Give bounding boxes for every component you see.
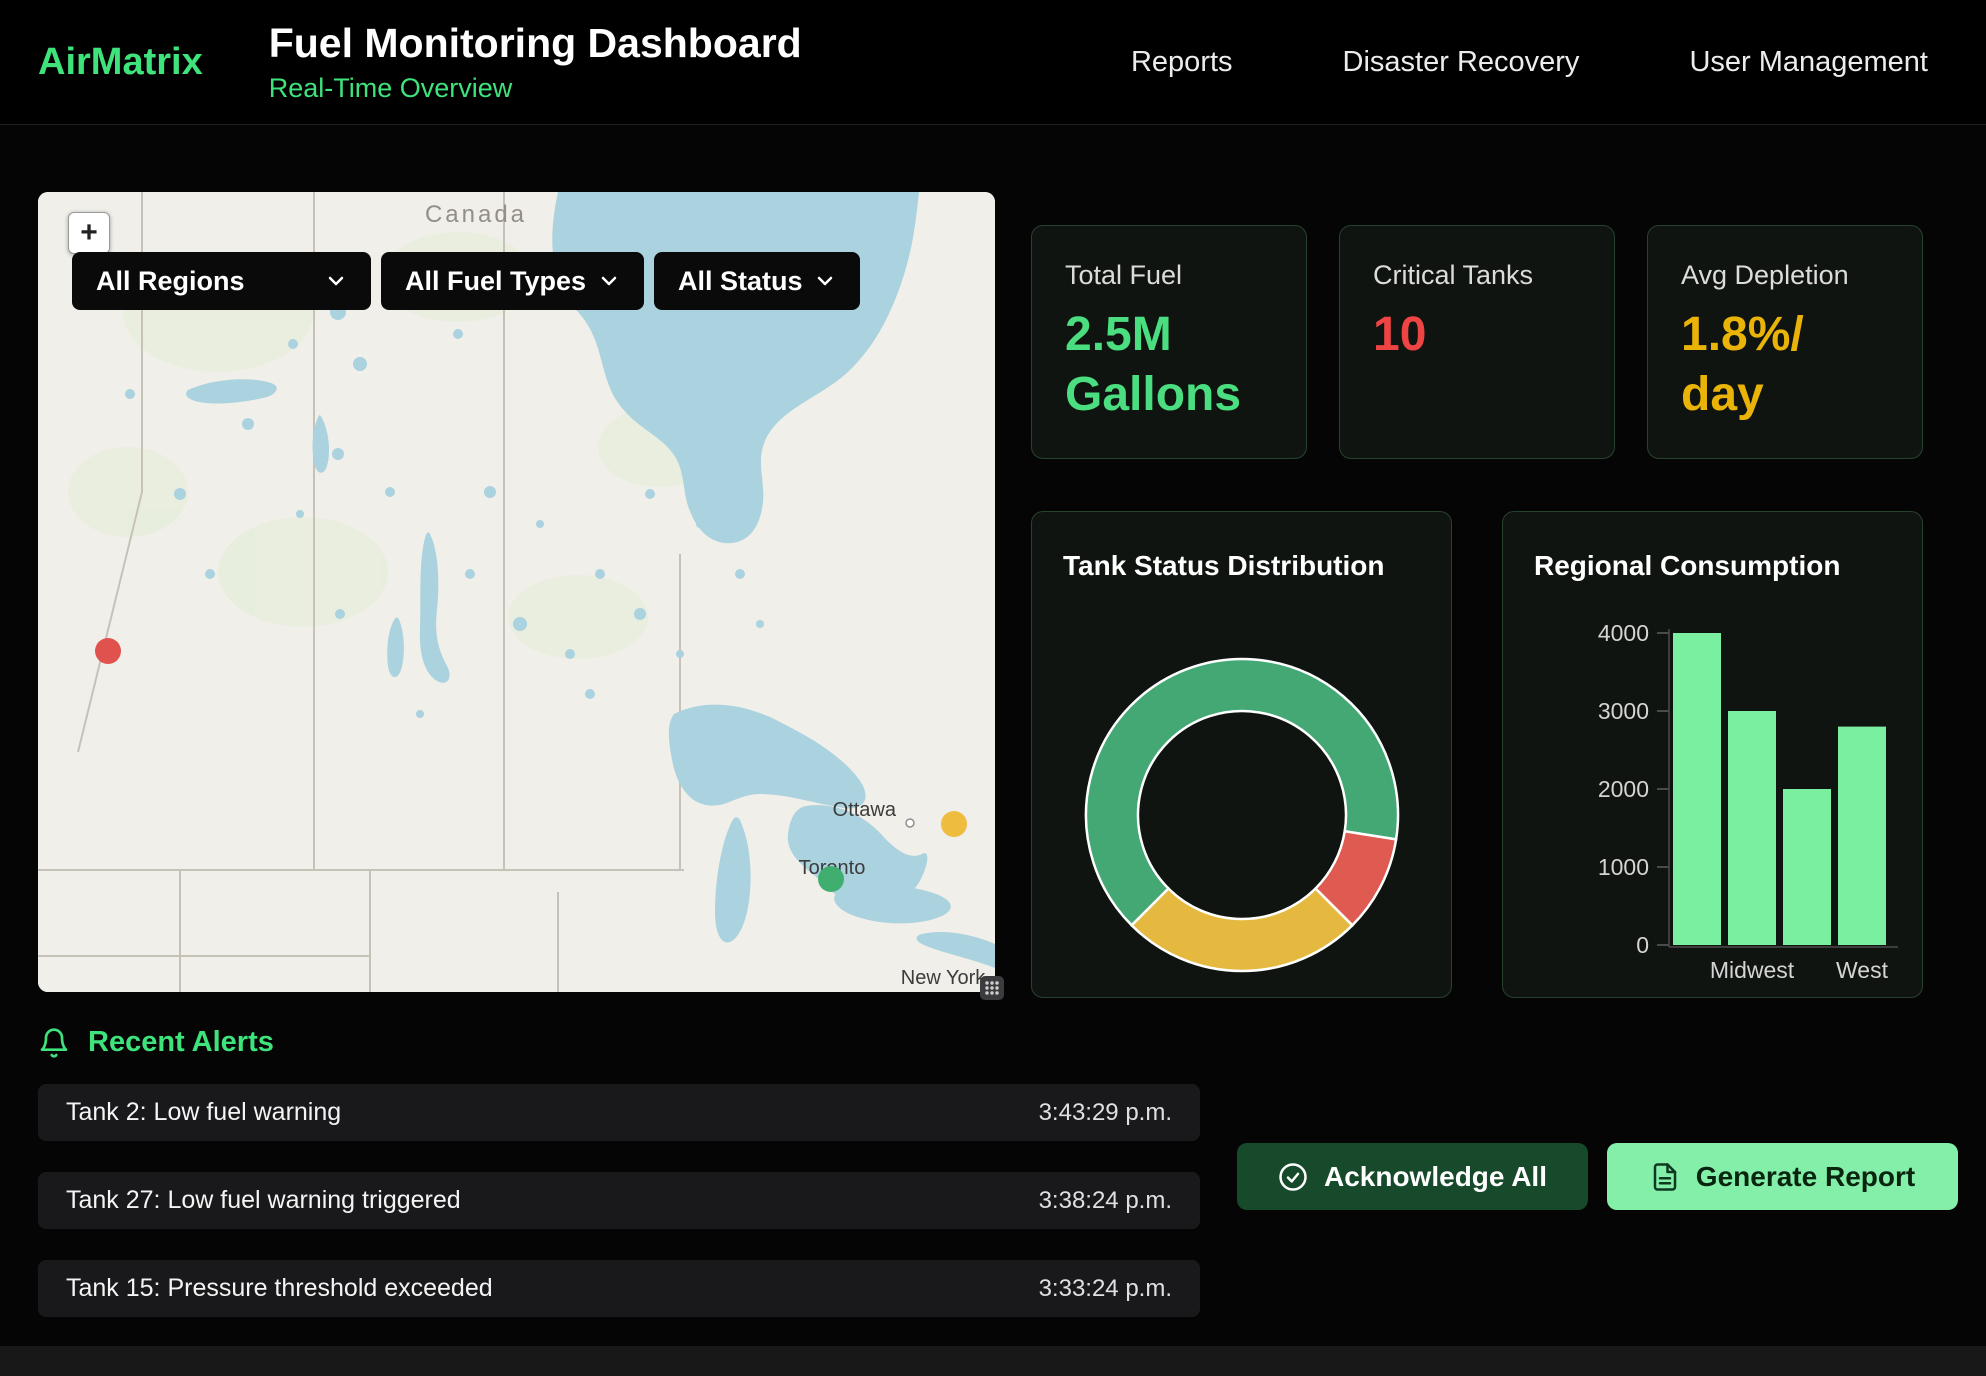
- regions-filter-dropdown[interactable]: All Regions: [72, 252, 371, 310]
- alert-list-item[interactable]: Tank 27: Low fuel warning triggered 3:38…: [38, 1172, 1200, 1229]
- stat-value: 1.8%/ day: [1681, 305, 1895, 426]
- acknowledge-all-label: Acknowledge All: [1324, 1161, 1547, 1193]
- alert-list-item[interactable]: Tank 15: Pressure threshold exceeded 3:3…: [38, 1260, 1200, 1317]
- fuel-map-panel[interactable]: Canada Ottawa Toronto New York + All Reg…: [38, 192, 995, 992]
- bar-2: [1783, 789, 1831, 945]
- page-title: Fuel Monitoring Dashboard: [269, 20, 802, 67]
- recent-alerts-title: Recent Alerts: [88, 1026, 274, 1059]
- stat-card-total-fuel: Total Fuel 2.5M Gallons: [1031, 225, 1307, 459]
- regions-filter-label: All Regions: [96, 266, 245, 297]
- map-label-canada: Canada: [425, 201, 527, 228]
- tank-marker-critical[interactable]: [95, 638, 121, 664]
- bottom-strip: [0, 1346, 1986, 1376]
- check-circle-icon: [1278, 1162, 1308, 1192]
- stat-card-avg-depletion: Avg Depletion 1.8%/ day: [1647, 225, 1923, 459]
- bar-0: [1673, 633, 1721, 945]
- map-label-ottawa: Ottawa: [833, 799, 897, 821]
- tank-status-donut: [1082, 655, 1402, 975]
- generate-report-label: Generate Report: [1696, 1161, 1915, 1193]
- main-nav: Reports Disaster Recovery User Managemen…: [1131, 46, 1986, 79]
- acknowledge-all-button[interactable]: Acknowledge All: [1237, 1143, 1588, 1210]
- y-tick-label: 2000: [1598, 776, 1649, 802]
- header: AirMatrix Fuel Monitoring Dashboard Real…: [0, 0, 1986, 125]
- generate-report-button[interactable]: Generate Report: [1607, 1143, 1958, 1210]
- alert-message: Tank 15: Pressure threshold exceeded: [66, 1274, 493, 1303]
- regional-consumption-chart: 0 1000 2000 3000 4000 Midwest West: [1503, 512, 1923, 998]
- y-tick-label: 4000: [1598, 620, 1649, 646]
- bell-icon: [38, 1027, 70, 1059]
- nav-reports[interactable]: Reports: [1131, 46, 1233, 79]
- stat-label: Total Fuel: [1065, 260, 1273, 291]
- stat-card-critical-tanks: Critical Tanks 10: [1339, 225, 1615, 459]
- recent-alerts-header: Recent Alerts: [38, 1026, 274, 1059]
- stat-value: 10: [1373, 305, 1587, 365]
- title-block: Fuel Monitoring Dashboard Real-Time Over…: [269, 20, 802, 104]
- y-tick-label: 3000: [1598, 698, 1649, 724]
- alert-timestamp: 3:43:29 p.m.: [1039, 1099, 1172, 1127]
- status-filter-label: All Status: [678, 266, 803, 297]
- chevron-down-icon: [598, 270, 620, 292]
- y-tick-label: 1000: [1598, 854, 1649, 880]
- chevron-down-icon: [814, 270, 836, 292]
- nav-disaster-recovery[interactable]: Disaster Recovery: [1343, 46, 1580, 79]
- nav-user-management[interactable]: User Management: [1689, 46, 1928, 79]
- report-document-icon: [1650, 1162, 1680, 1192]
- alert-timestamp: 3:38:24 p.m.: [1039, 1187, 1172, 1215]
- x-category-label: West: [1836, 957, 1889, 983]
- stat-value: 2.5M Gallons: [1065, 305, 1279, 426]
- page-subtitle: Real-Time Overview: [269, 73, 802, 104]
- bar-1: [1728, 711, 1776, 945]
- status-filter-dropdown[interactable]: All Status: [654, 252, 860, 310]
- map-canvas[interactable]: Canada Ottawa Toronto New York: [38, 192, 995, 992]
- alert-list-item[interactable]: Tank 2: Low fuel warning 3:43:29 p.m.: [38, 1084, 1200, 1141]
- tank-marker-normal[interactable]: [818, 866, 844, 892]
- fuel-type-filter-label: All Fuel Types: [405, 266, 586, 297]
- stat-label: Critical Tanks: [1373, 260, 1581, 291]
- x-category-label: Midwest: [1710, 957, 1795, 983]
- regional-consumption-card: Regional Consumption 0 1000 2000 3000 4000 Mi…: [1502, 511, 1923, 998]
- y-tick-label: 0: [1636, 932, 1649, 958]
- map-filter-bar: All Regions All Fuel Types All Status: [72, 252, 860, 310]
- brand-logo[interactable]: AirMatrix: [38, 41, 203, 84]
- map-label-new-york: New York: [901, 967, 986, 989]
- map-town-dot: [906, 819, 914, 827]
- stat-label: Avg Depletion: [1681, 260, 1889, 291]
- tank-marker-warning[interactable]: [941, 811, 967, 837]
- chevron-down-icon: [325, 270, 347, 292]
- alert-timestamp: 3:33:24 p.m.: [1039, 1275, 1172, 1303]
- fuel-type-filter-dropdown[interactable]: All Fuel Types: [381, 252, 644, 310]
- map-resize-handle[interactable]: [980, 976, 1004, 1000]
- regional-consumption-title: Regional Consumption: [1534, 550, 1840, 582]
- alert-message: Tank 2: Low fuel warning: [66, 1098, 341, 1127]
- alert-message: Tank 27: Low fuel warning triggered: [66, 1186, 461, 1215]
- tank-status-card: Tank Status Distribution: [1031, 511, 1452, 998]
- bar-3: [1838, 727, 1886, 945]
- donut-segment-warning: [1132, 889, 1353, 971]
- tank-status-title: Tank Status Distribution: [1063, 550, 1385, 582]
- map-zoom-in-button[interactable]: +: [68, 212, 110, 254]
